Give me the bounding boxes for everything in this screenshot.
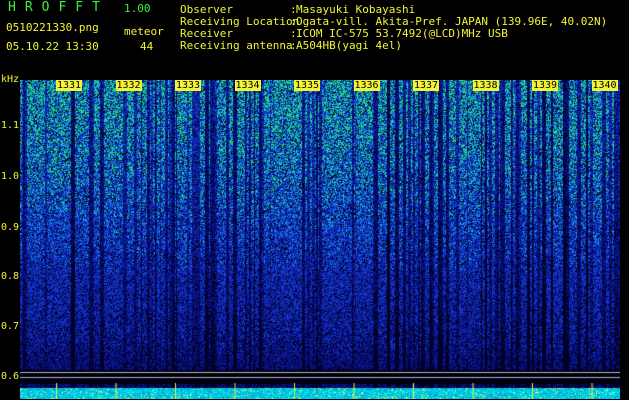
unit-label: kHz bbox=[1, 74, 20, 85]
app-title: HROFFT bbox=[8, 0, 109, 15]
timestamp: 05.10.22 13:30 bbox=[6, 40, 99, 53]
time-tick-label: 1340 bbox=[591, 80, 618, 91]
time-tick-label: 1332 bbox=[115, 80, 142, 91]
time-tick-label: 1333 bbox=[175, 80, 202, 91]
time-tick-label: 1336 bbox=[353, 80, 380, 91]
time-tick-label: 1335 bbox=[294, 80, 321, 91]
file-name: 0510221330.png bbox=[6, 21, 99, 34]
time-tick-label: 1337 bbox=[413, 80, 440, 91]
freq-tick-label: 1.0 bbox=[1, 171, 20, 182]
antenna-value: A504HB(yagi 4el) bbox=[296, 39, 402, 52]
meteor-count: 44 bbox=[140, 40, 154, 53]
freq-tick-label: 1.1 bbox=[1, 120, 20, 131]
freq-tick-label: 0.9 bbox=[1, 222, 20, 233]
app-version: 1.00 bbox=[124, 2, 151, 15]
time-tick-label: 1339 bbox=[532, 80, 559, 91]
freq-tick-label: 0.8 bbox=[1, 271, 20, 282]
meteor-label: meteor bbox=[124, 25, 164, 38]
time-tick-label: 1331 bbox=[56, 80, 83, 91]
time-tick-label: 1338 bbox=[472, 80, 499, 91]
antenna-label: Receiving antenna bbox=[180, 39, 293, 52]
freq-tick-label: 0.7 bbox=[1, 321, 20, 332]
spectrogram bbox=[20, 80, 620, 399]
time-tick-label: 1334 bbox=[234, 80, 261, 91]
freq-tick-label: 0.6 bbox=[1, 371, 20, 382]
